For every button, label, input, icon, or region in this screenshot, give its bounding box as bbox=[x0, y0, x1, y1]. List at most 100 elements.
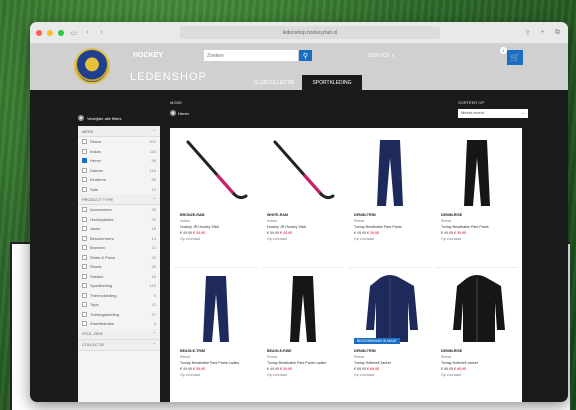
facet-option[interactable]: Sale 12 bbox=[78, 185, 160, 195]
facet-section-header[interactable]: COLLECTIE ⌃ bbox=[78, 339, 160, 351]
checkbox[interactable] bbox=[82, 207, 87, 213]
facet-option[interactable]: Hockeysticks 34 bbox=[78, 215, 160, 225]
product-card[interactable]: DENIM-RISE Reece Tunlay Softshell Jacket… bbox=[435, 268, 518, 402]
active-filter-chip[interactable]: Heren bbox=[170, 110, 189, 116]
facet-option[interactable]: Beschermers 14 bbox=[78, 234, 160, 244]
product-card[interactable]: DENIM-RISE Reece Tunlay Breathable Pant … bbox=[435, 132, 518, 268]
product-sale-price: € 39,95 bbox=[367, 231, 379, 235]
product-image[interactable] bbox=[267, 136, 339, 210]
clear-filters-button[interactable]: Verwijder alle filters bbox=[78, 115, 121, 121]
facet-option[interactable]: Indian 115 bbox=[78, 147, 160, 157]
facet-label: Dames bbox=[90, 167, 103, 173]
checkbox[interactable] bbox=[82, 292, 87, 298]
facet-section-header[interactable]: MERK ⌃ bbox=[78, 126, 160, 137]
minimize-dot[interactable] bbox=[47, 29, 53, 36]
checkbox[interactable] bbox=[82, 311, 87, 317]
new-tab-icon[interactable]: + bbox=[538, 29, 547, 37]
facet-option[interactable]: Trainingskleding 37 bbox=[78, 310, 160, 320]
facet-option[interactable]: Tops 12 bbox=[78, 300, 160, 310]
facet-option[interactable]: Reece 204 bbox=[78, 137, 160, 147]
checkbox[interactable] bbox=[82, 226, 87, 232]
product-card[interactable]: DENIM-TRIM Reece Tunlay Breathable Pant … bbox=[348, 132, 431, 268]
facet-label: Thermokleding bbox=[90, 292, 117, 298]
share-icon[interactable]: ⇪ bbox=[523, 29, 532, 37]
tab-clubcollectie[interactable]: CLUBCOLLECTIE bbox=[245, 75, 303, 90]
stock-status: Op voorraad bbox=[180, 373, 200, 377]
facet-option[interactable]: Jacks 18 bbox=[78, 224, 160, 234]
facet-option[interactable]: Accessoires 28 bbox=[78, 205, 160, 215]
search-button[interactable]: ⚲ bbox=[299, 50, 312, 61]
facet-label: Hockeysticks bbox=[90, 216, 114, 222]
browser-window: ▭ ‹ › ledenshop.hockeyclub.nl ⇪ + ⧉ HOCK… bbox=[30, 22, 568, 402]
address-bar[interactable]: ledenshop.hockeyclub.nl bbox=[180, 26, 440, 39]
facet-section-header[interactable]: PRODUCT TYPE ⌃ bbox=[78, 194, 160, 205]
checkbox[interactable] bbox=[82, 254, 87, 260]
sidebar-toggle-icon[interactable]: ▭ bbox=[69, 29, 78, 37]
product-image[interactable] bbox=[267, 272, 339, 346]
checkbox[interactable] bbox=[82, 158, 87, 164]
back-icon[interactable]: ‹ bbox=[83, 29, 92, 36]
facet-option[interactable]: Thermokleding 9 bbox=[78, 291, 160, 301]
facet-option[interactable]: Broeken 21 bbox=[78, 243, 160, 253]
facet-option[interactable]: Kinderen 95 bbox=[78, 175, 160, 185]
facet-label: Sportkleding bbox=[90, 283, 113, 289]
stock-status: Op voorraad bbox=[354, 237, 374, 241]
sort-select[interactable]: Meest recent ⌄ bbox=[458, 109, 528, 118]
product-card[interactable]: WHITE-RAM Indian Hockey JR Hockey Stick … bbox=[261, 132, 344, 268]
facet-label: Zweetbanden bbox=[90, 321, 115, 327]
product-image[interactable] bbox=[441, 136, 513, 210]
checkbox[interactable] bbox=[82, 264, 87, 270]
product-image[interactable] bbox=[180, 136, 252, 210]
facet-section-header[interactable]: STIJL ZIEN ⌃ bbox=[78, 328, 160, 340]
checkbox[interactable] bbox=[82, 148, 87, 154]
facet-count: 25 bbox=[151, 264, 156, 270]
facet-option[interactable]: Sokken 16 bbox=[78, 272, 160, 282]
product-image[interactable] bbox=[180, 272, 252, 346]
checkbox[interactable] bbox=[82, 216, 87, 222]
product-card[interactable]: BRONZE-RAM Indian Hockey JR Hockey Stick… bbox=[174, 132, 257, 268]
facet-option[interactable]: Zweetbanden 6 bbox=[78, 319, 160, 329]
site-header: HOCKEY LEDENSHOP ⚲ SERVICE ∨ 1 🛒 CLUBCOL… bbox=[30, 44, 568, 90]
product-image[interactable] bbox=[354, 272, 426, 346]
close-dot[interactable] bbox=[36, 29, 42, 36]
service-menu[interactable]: SERVICE ∨ bbox=[368, 53, 395, 59]
product-card[interactable]: BEAGLE-RISE Reece Tunlay Breathable Pant… bbox=[261, 268, 344, 402]
product-price: € 89,95 bbox=[354, 367, 366, 371]
facet-count: 95 bbox=[151, 177, 156, 183]
facet-option[interactable]: Heren 98 bbox=[78, 156, 160, 166]
shop-title: LEDENSHOP bbox=[130, 71, 207, 83]
facet-option[interactable]: Sportkleding 115 bbox=[78, 281, 160, 291]
forward-icon[interactable]: › bbox=[97, 29, 106, 36]
product-card[interactable]: BESCHIKBAAR IN MAAT DENIM-TRIM Reece Tun… bbox=[348, 268, 431, 402]
facet-label: Sale bbox=[90, 186, 99, 192]
checkbox[interactable] bbox=[82, 186, 87, 192]
checkbox[interactable] bbox=[82, 283, 87, 289]
facet-count: 12 bbox=[151, 302, 156, 308]
product-image[interactable] bbox=[441, 272, 513, 346]
tab-sportkleding[interactable]: SPORTKLEDING bbox=[302, 75, 362, 90]
zoom-dot[interactable] bbox=[58, 29, 64, 36]
product-card[interactable]: BEAGLE-TRIM Reece Tunlay Breathable Pant… bbox=[174, 268, 257, 402]
tabs-icon[interactable]: ⧉ bbox=[553, 29, 562, 37]
checkbox[interactable] bbox=[82, 139, 87, 145]
search-input[interactable] bbox=[204, 50, 298, 61]
facet-count: 9 bbox=[153, 292, 156, 298]
checkbox[interactable] bbox=[82, 177, 87, 183]
active-filter-title: MODE bbox=[170, 100, 182, 105]
facet-option[interactable]: Dames 118 bbox=[78, 166, 160, 176]
cart-button[interactable]: 🛒 bbox=[507, 50, 523, 65]
checkbox[interactable] bbox=[82, 245, 87, 251]
product-image[interactable] bbox=[354, 136, 426, 210]
sort-value: Meest recent bbox=[461, 110, 485, 115]
facet-option[interactable]: Shorts 25 bbox=[78, 262, 160, 272]
facet-count: 21 bbox=[151, 245, 156, 251]
checkbox[interactable] bbox=[82, 273, 87, 279]
checkbox[interactable] bbox=[82, 235, 87, 241]
stock-status: Op voorraad bbox=[441, 237, 461, 241]
checkbox[interactable] bbox=[82, 321, 87, 327]
checkbox[interactable] bbox=[82, 302, 87, 308]
club-logo-icon[interactable] bbox=[74, 48, 110, 84]
stock-status: Op voorraad bbox=[354, 373, 374, 377]
checkbox[interactable] bbox=[82, 167, 87, 173]
facet-option[interactable]: Shirts & Polos 42 bbox=[78, 253, 160, 263]
